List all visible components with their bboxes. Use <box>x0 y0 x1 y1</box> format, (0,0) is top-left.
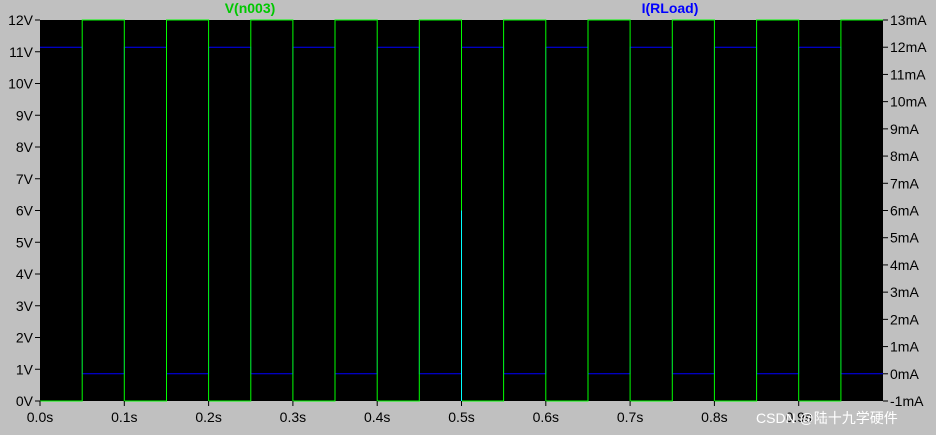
x-tick-label: 0.8s <box>701 409 727 425</box>
x-tick-label: 0.7s <box>617 409 643 425</box>
y-left-tick-label: 4V <box>16 266 34 282</box>
x-tick-label: 0.1s <box>111 409 137 425</box>
y-right-tick-label: 8mA <box>890 148 919 164</box>
waveform-viewer: 0V 1V 2V 3V 4V 5V 6V 7V 8V 9V 10V 11V 12V -1mA 0mA 1mA 2… <box>0 0 936 435</box>
series-label-current[interactable]: I(RLoad) <box>642 0 699 16</box>
x-tick-label: 0.4s <box>364 409 390 425</box>
x-tick-label: 0.6s <box>533 409 559 425</box>
y-right-tick-label: 4mA <box>890 257 919 273</box>
y-right-tick-label: 5mA <box>890 230 919 246</box>
y-left-tick-label: 2V <box>16 330 34 346</box>
series-group <box>40 19 883 402</box>
y-left-tick-label: 7V <box>16 171 34 187</box>
series-label-voltage[interactable]: V(n003) <box>225 0 276 16</box>
x-tick-label: 0.0s <box>27 409 53 425</box>
y-right-tick-label: 7mA <box>890 175 919 191</box>
y-right-tick-label: 9mA <box>890 121 919 137</box>
y-left-tick-label: 11V <box>9 44 34 60</box>
y-left-tick-label: 5V <box>16 234 34 250</box>
y-left-tick-label: 3V <box>16 298 34 314</box>
y-right-tick-label: 13mA <box>890 12 927 28</box>
y-right-tick-label: 0mA <box>890 366 919 382</box>
y-left-tick-label: 8V <box>16 139 34 155</box>
y-right-tick-label: 6mA <box>890 203 919 219</box>
x-tick-label: 0.5s <box>448 409 474 425</box>
watermark-text: CSDN @陆十九学硬件 <box>756 410 898 426</box>
y-left-tick-label: 6V <box>16 203 34 219</box>
y-right-tick-label: 10mA <box>890 94 927 110</box>
y-right-tick-label: -1mA <box>890 393 924 409</box>
y-left-tick-label: 10V <box>8 76 34 92</box>
y-right-tick-label: 12mA <box>890 39 927 55</box>
y-left-tick-label: 0V <box>16 393 34 409</box>
y-right-tick-label: 3mA <box>890 284 919 300</box>
y-left-tick-label: 1V <box>16 361 34 377</box>
y-right-tick-label: 1mA <box>890 339 919 355</box>
x-tick-label: 0.2s <box>195 409 221 425</box>
y-right-tick-label: 2mA <box>890 311 919 327</box>
waveform-chart[interactable]: 0V 1V 2V 3V 4V 5V 6V 7V 8V 9V 10V 11V 12V -1mA 0mA 1mA 2… <box>0 0 936 435</box>
y-right-tick-label: 11mA <box>890 66 926 82</box>
x-tick-label: 0.3s <box>280 409 306 425</box>
y-left-tick-label: 9V <box>16 107 34 123</box>
y-left-tick-label: 12V <box>8 12 34 28</box>
